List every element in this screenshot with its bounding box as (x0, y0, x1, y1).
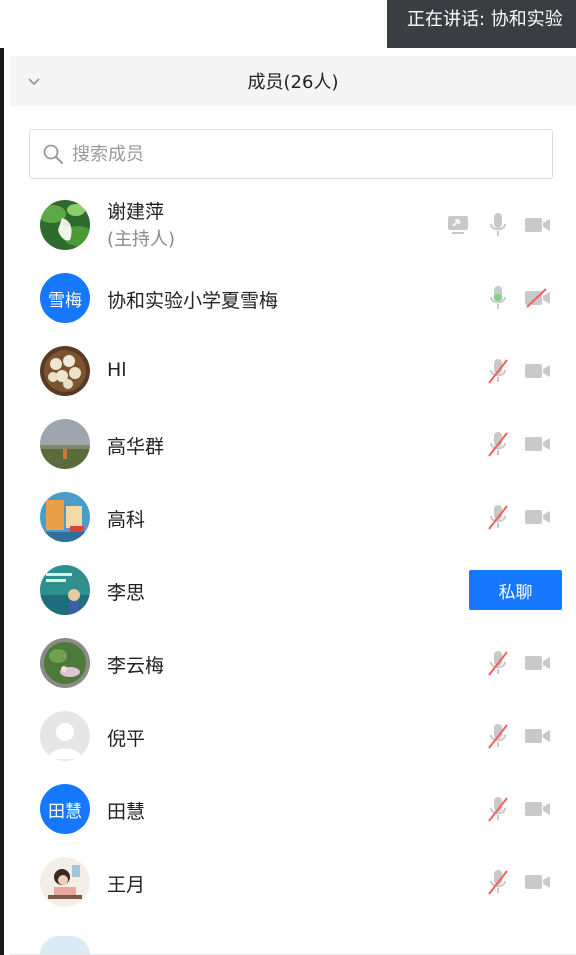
member-row[interactable]: 高华群 (10, 408, 576, 481)
avatar: 雪梅 (40, 273, 90, 323)
member-name: 高华群 (107, 436, 165, 458)
panel-header: 成员(26人) (10, 56, 576, 106)
microphone-active-icon[interactable] (484, 284, 512, 312)
avatar (40, 711, 90, 761)
microphone-muted-icon[interactable] (484, 722, 512, 750)
member-row[interactable]: 王月 (10, 846, 576, 919)
camera-icon[interactable] (524, 211, 552, 239)
member-controls (472, 357, 552, 385)
camera-icon[interactable] (524, 722, 552, 750)
member-row[interactable]: 李云梅 (10, 627, 576, 700)
member-controls (472, 430, 552, 458)
camera-icon[interactable] (524, 649, 552, 677)
member-name: 倪平 (107, 728, 146, 750)
member-name: 谢建萍 (107, 201, 165, 223)
member-name: 协和实验小学夏雪梅 (107, 290, 279, 312)
camera-icon[interactable] (524, 357, 552, 385)
microphone-icon[interactable] (484, 211, 512, 239)
member-name: Hl (107, 359, 127, 381)
camera-off-icon[interactable] (524, 284, 552, 312)
partial-member-row[interactable] (10, 936, 576, 955)
microphone-muted-icon[interactable] (484, 357, 512, 385)
avatar-initials: 田慧 (48, 801, 82, 822)
panel-title: 成员(26人) (247, 72, 339, 93)
member-name: 李思 (107, 582, 146, 604)
camera-icon[interactable] (524, 430, 552, 458)
member-name: 李云梅 (107, 655, 165, 677)
members-panel: 成员(26人) 谢建萍 (主持人) (10, 56, 576, 955)
collapse-button[interactable] (22, 70, 46, 94)
member-row[interactable]: 谢建萍 (主持人) (10, 189, 576, 262)
host-role-label: (主持人) (107, 229, 176, 250)
member-controls (472, 284, 552, 312)
member-controls (472, 795, 552, 823)
member-controls (472, 503, 552, 531)
camera-icon[interactable] (524, 868, 552, 896)
avatar (40, 857, 90, 907)
member-row[interactable]: 雪梅 协和实验小学夏雪梅 (10, 262, 576, 335)
private-chat-button[interactable]: 私聊 (469, 570, 562, 610)
avatar (40, 936, 90, 955)
avatar (40, 419, 90, 469)
member-row[interactable]: Hl (10, 335, 576, 408)
member-list: 谢建萍 (主持人) 雪梅 协和实验小学夏雪梅 Hl 高华群 高科 李思 私聊 李… (10, 189, 576, 919)
microphone-muted-icon[interactable] (484, 503, 512, 531)
search-icon (43, 144, 63, 164)
screen-share-icon[interactable] (444, 211, 472, 239)
member-row[interactable]: 田慧 田慧 (10, 773, 576, 846)
microphone-muted-icon[interactable] (484, 868, 512, 896)
member-name: 高科 (107, 509, 146, 531)
speaking-banner: 正在讲话: 协和实验 (387, 0, 576, 48)
member-row[interactable]: 倪平 (10, 700, 576, 773)
window-left-edge (0, 48, 4, 955)
microphone-muted-icon[interactable] (484, 430, 512, 458)
avatar: 田慧 (40, 784, 90, 834)
member-controls (472, 722, 552, 750)
member-controls (472, 649, 552, 677)
member-controls (432, 211, 552, 239)
member-row[interactable]: 李思 私聊 (10, 554, 576, 627)
member-row[interactable]: 高科 (10, 481, 576, 554)
member-name: 王月 (107, 874, 146, 896)
search-input[interactable] (70, 129, 552, 179)
avatar (40, 565, 90, 615)
camera-icon[interactable] (524, 503, 552, 531)
member-controls (472, 868, 552, 896)
member-name: 田慧 (107, 801, 146, 823)
microphone-muted-icon[interactable] (484, 649, 512, 677)
microphone-muted-icon[interactable] (484, 795, 512, 823)
avatar-initials: 雪梅 (48, 290, 82, 311)
avatar (40, 346, 90, 396)
camera-icon[interactable] (524, 795, 552, 823)
avatar (40, 638, 90, 688)
chevron-down-icon (28, 78, 40, 86)
avatar (40, 492, 90, 542)
avatar (40, 200, 90, 250)
search-box[interactable] (29, 129, 553, 179)
default-person-icon (40, 711, 90, 761)
